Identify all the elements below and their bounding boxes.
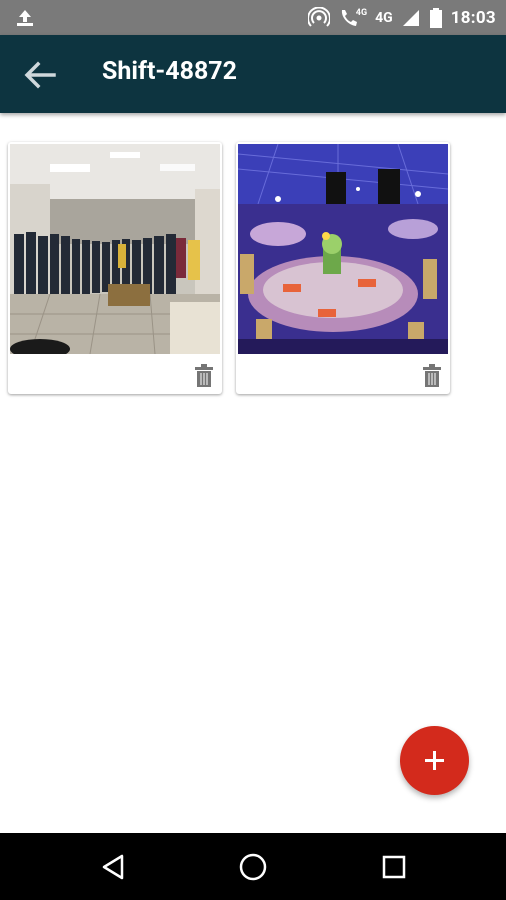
hotspot-icon [307, 6, 330, 29]
upload-icon [14, 8, 36, 28]
photo-thumbnail-group[interactable] [10, 144, 220, 354]
app-bar: Shift-48872 [0, 35, 506, 113]
status-bar: 4G 4G 18:03 [0, 0, 506, 35]
photo-thumbnail-banquet[interactable] [238, 144, 448, 354]
nav-recents-button[interactable] [378, 851, 410, 883]
arrow-back-icon [24, 61, 56, 89]
home-circle-icon [239, 853, 267, 881]
battery-icon [429, 7, 443, 29]
signal-icon [401, 8, 421, 28]
photo-card[interactable] [8, 142, 222, 394]
network-type-label-2: 4G [375, 9, 393, 26]
status-icons: 4G 4G 18:03 [307, 0, 496, 35]
delete-button[interactable] [422, 364, 442, 388]
photo-card[interactable] [236, 142, 450, 394]
add-photo-fab[interactable] [400, 726, 469, 795]
clock-time: 18:03 [450, 7, 496, 28]
system-navigation-bar [0, 833, 506, 900]
wifi-call-icon: 4G [338, 7, 367, 29]
back-triangle-icon [102, 854, 124, 880]
network-type-label: 4G [355, 7, 368, 18]
trash-icon [423, 364, 441, 387]
back-button[interactable] [20, 55, 60, 95]
plus-icon [425, 751, 444, 770]
delete-button[interactable] [194, 364, 214, 388]
nav-home-button[interactable] [237, 851, 269, 883]
recents-square-icon [382, 855, 406, 879]
nav-back-button[interactable] [98, 851, 130, 883]
trash-icon [195, 364, 213, 387]
page-title: Shift-48872 [102, 57, 237, 86]
